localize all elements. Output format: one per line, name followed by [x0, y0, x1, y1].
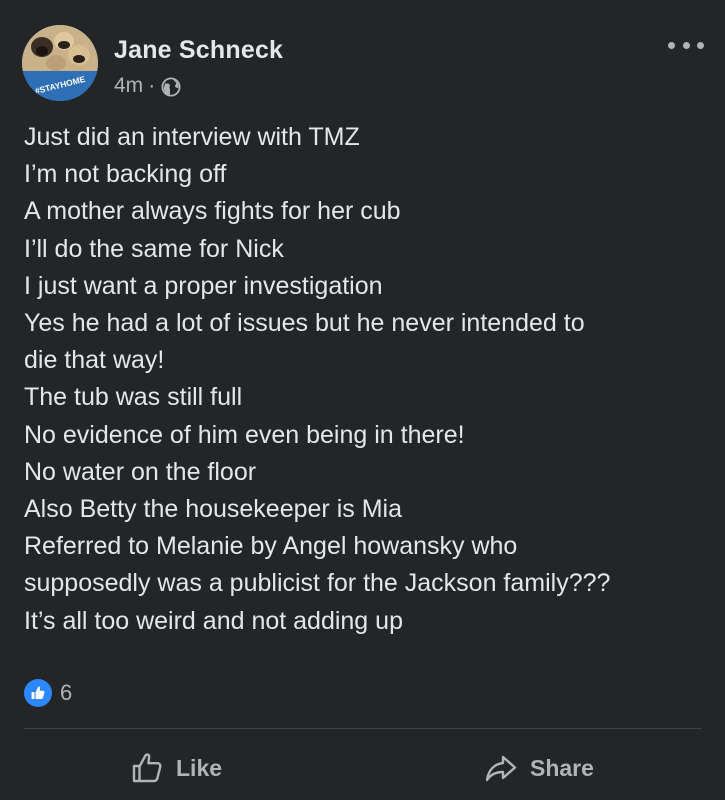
post-line: Just did an interview with TMZ: [24, 123, 360, 151]
author-name[interactable]: Jane Schneck: [114, 36, 283, 65]
reaction-summary[interactable]: 6: [24, 679, 72, 707]
post-line: The tub was still full: [24, 383, 243, 412]
post-line: No water on the floor: [24, 457, 257, 486]
share-arrow-icon: [485, 755, 517, 782]
post-line: I’ll do the same for Nick: [24, 234, 284, 263]
more-dot-icon: [668, 41, 675, 49]
more-dot-icon: [697, 41, 704, 49]
post-line: supposedly was a publicist for the Jacks…: [24, 569, 611, 598]
like-label: Like: [176, 754, 223, 781]
avatar-image: #STAYHOME: [22, 25, 98, 101]
post-line: It’s all too weird and not adding up: [24, 606, 403, 635]
meta-separator: ·: [148, 74, 156, 97]
globe-icon[interactable]: [161, 76, 181, 97]
like-icon: [132, 753, 162, 783]
facebook-post: #STAYHOME Jane Schneck 4m · Just did an …: [0, 0, 725, 800]
post-line: Also Betty the housekeeper is Mia: [24, 495, 402, 524]
post-meta: 4m ·: [114, 74, 181, 98]
post-line: Yes he had a lot of issues but he never …: [24, 309, 585, 338]
reaction-count: 6: [60, 680, 73, 705]
more-options-button[interactable]: [668, 34, 704, 56]
post-timestamp[interactable]: 4m: [114, 74, 143, 98]
actions-divider: [24, 728, 702, 729]
post-line: I’m not backing off: [24, 160, 227, 189]
like-reaction-icon: [24, 679, 52, 707]
post-line: Referred to Melanie by Angel howansky wh…: [24, 532, 518, 561]
post-line: I just want a proper investigation: [24, 271, 383, 300]
like-button[interactable]: Like: [130, 748, 222, 788]
share-label: Share: [530, 754, 594, 781]
more-dot-icon: [682, 41, 690, 49]
post-text: Just did an interview with TMZ I’m not b…: [24, 119, 704, 640]
avatar[interactable]: #STAYHOME: [22, 25, 98, 101]
share-button[interactable]: Share: [484, 748, 594, 788]
post-line: No evidence of him even being in there!: [24, 420, 465, 449]
post-line: die that way!: [24, 346, 165, 375]
post-line: A mother always fights for her cub: [24, 197, 401, 226]
